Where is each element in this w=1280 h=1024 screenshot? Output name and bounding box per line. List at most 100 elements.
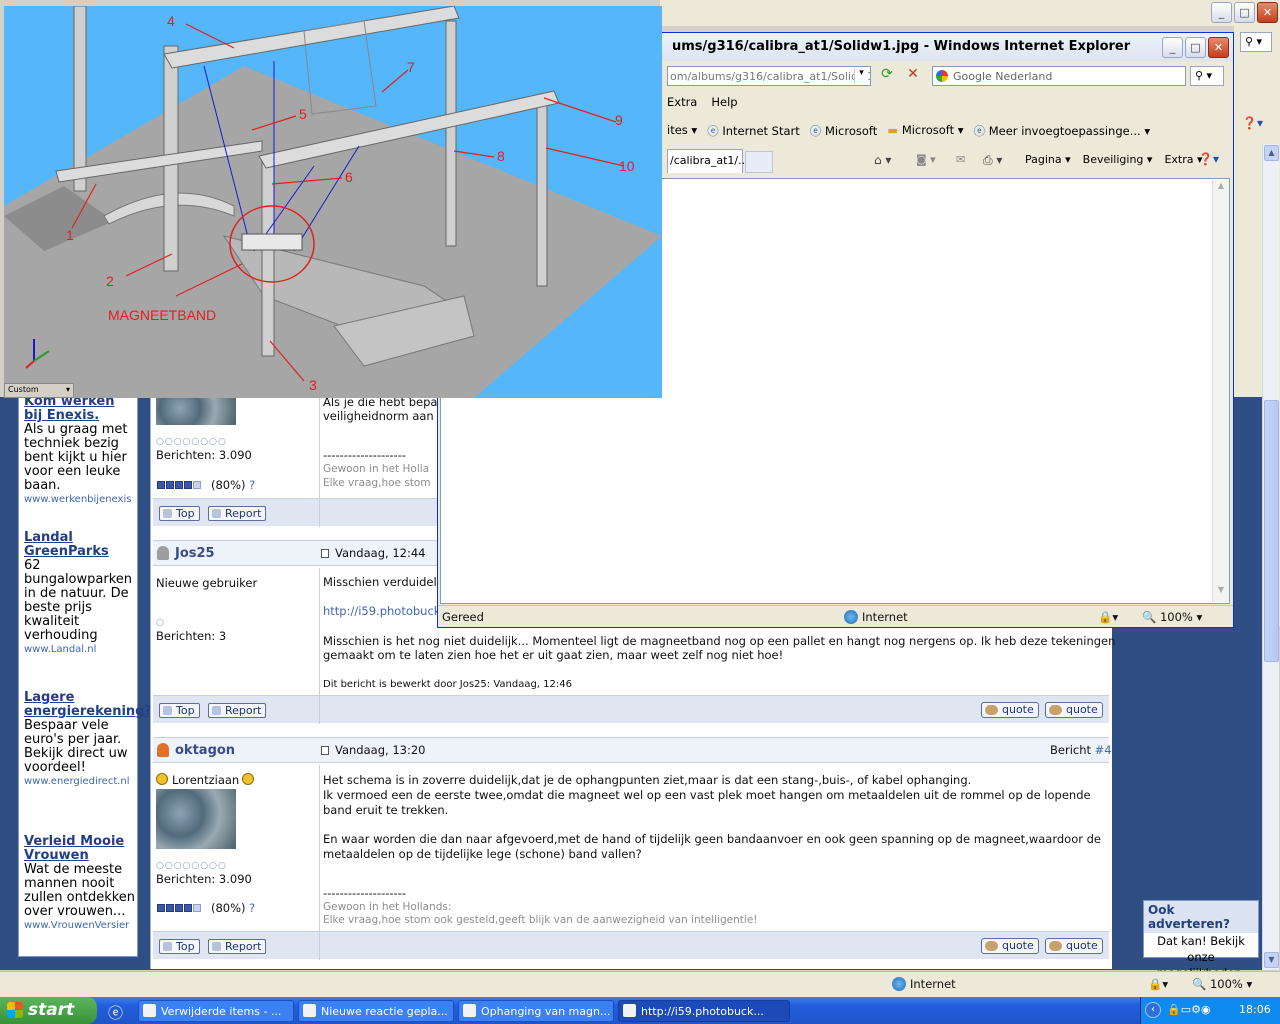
close-button[interactable]: ✕ [1257, 2, 1278, 23]
ad-enexis[interactable]: Kom werken bij Enexis. Als u graag met t… [24, 395, 136, 506]
protected-mode-icon[interactable]: 🔒▾ [1098, 610, 1118, 625]
address-dropdown-icon[interactable]: ▾ [854, 68, 868, 84]
favorites-bar: ites ▾ ⓔ Internet Start ⓔ Microsoft ▬ Mi… [667, 123, 1150, 143]
avatar [156, 789, 236, 849]
report-button[interactable]: Report [208, 703, 267, 718]
column-divider [319, 568, 320, 695]
security-menu[interactable]: Beveiliging ▾ [1083, 153, 1153, 171]
ad-url[interactable]: www.werkenbijenexis [24, 494, 136, 505]
report-button[interactable]: Report [208, 939, 267, 954]
scroll-up-icon[interactable]: ▲ [1214, 181, 1228, 195]
address-bar[interactable]: om/albums/g316/calibra_at1/Solidw1.jp [667, 66, 871, 86]
menu-extra[interactable]: Extra [667, 95, 697, 115]
ad-vrouwen[interactable]: Verleid Mooie Vrouwen Wat de meeste mann… [24, 835, 136, 932]
zoom-level[interactable]: 🔍 100% ▾ [1142, 610, 1202, 625]
scroll-up-icon[interactable]: ▲ [1264, 145, 1279, 161]
label-8: 8 [497, 148, 505, 164]
post-link[interactable]: http://i59.photobuck [323, 604, 440, 619]
top-button[interactable]: Top [159, 506, 200, 521]
quote-button[interactable]: quote [1045, 938, 1103, 954]
close-button[interactable]: ✕ [1208, 37, 1229, 58]
protected-mode-icon[interactable]: 🔒▾ [1148, 977, 1168, 992]
post-text: Misschien is het nog niet duidelijk... M… [323, 634, 1116, 648]
view-combo[interactable]: Custom ▾ [4, 383, 74, 398]
ad-title[interactable]: Landal GreenParks [24, 531, 136, 559]
reputation-help-link[interactable]: ? [249, 478, 255, 493]
start-button[interactable]: start [0, 997, 97, 1024]
ad-body: 62 bungalowparken in de natuur. De beste… [24, 558, 133, 643]
menu-help[interactable]: Help [711, 95, 737, 115]
multiquote-button[interactable]: quote [981, 938, 1039, 954]
scroll-down-icon[interactable]: ▼ [1214, 585, 1228, 599]
ad-landal[interactable]: Landal GreenParks 62 bungalowparken in d… [24, 531, 136, 656]
help-icon[interactable]: ❓▾ [1242, 116, 1274, 136]
task-photobucket[interactable]: http://i59.photobuck... [618, 1000, 790, 1022]
ad-title[interactable]: Verleid Mooie Vrouwen [24, 835, 136, 863]
label-10: 10 [619, 158, 635, 174]
fav-internet-start[interactable]: ⓔ Internet Start [707, 123, 800, 143]
feeds-icon[interactable]: ◙ ▾ [916, 153, 936, 166]
zoom-level[interactable]: 🔍 100% ▾ [1192, 977, 1252, 992]
search-icon[interactable]: ⚲ ▾ [1190, 66, 1224, 86]
forum-scrollbar[interactable]: ▲ ▼ [1262, 144, 1279, 970]
ad-energiedirect[interactable]: Lagere energierekening? Bespaar vele eur… [24, 691, 152, 788]
ad-url[interactable]: www.VrouwenVersier [24, 920, 136, 931]
minimize-button[interactable]: _ [1162, 37, 1183, 58]
edit-note: Dit bericht is bewerkt door Jos25: Vanda… [323, 679, 572, 690]
signature-divider: -------------------- [323, 448, 406, 462]
maximize-button[interactable]: □ [1234, 2, 1255, 23]
fav-microsoft-folder[interactable]: ▬ Microsoft ▾ [887, 123, 963, 143]
post-number[interactable]: Bericht #4 [1050, 743, 1112, 758]
post-count: Berichten: 3.090 [156, 872, 252, 886]
search-go-icon[interactable]: ⚲ ▾ [1240, 32, 1272, 52]
ad-url[interactable]: www.Landal.nl [24, 644, 136, 655]
task-forum-thread[interactable]: Ophanging van magn... [458, 1000, 614, 1022]
page-menu[interactable]: Pagina ▾ [1025, 153, 1071, 171]
ad-title[interactable]: Lagere energierekening? [24, 691, 152, 719]
top-button[interactable]: Top [159, 939, 200, 954]
refresh-icon[interactable]: ⟳ [876, 66, 898, 86]
print-icon[interactable]: ⎙ ▾ [983, 153, 1002, 168]
mail-icon[interactable]: ✉ [956, 153, 965, 166]
reputation-percent: (80%) [211, 478, 246, 492]
advertise-title[interactable]: Ook adverteren? [1144, 901, 1258, 933]
taskbar: start ⓔ Verwijderde items - ... Nieuwe r… [0, 997, 1280, 1024]
advertise-box[interactable]: Ook adverteren? Dat kan! Bekijk onze mog… [1143, 900, 1259, 980]
ie-scrollbar[interactable]: ▲ ▼ [1212, 180, 1229, 602]
task-new-reply[interactable]: Nieuwe reactie gepla... [298, 1000, 454, 1022]
combo-dropdown-icon[interactable]: ▾ [66, 385, 70, 394]
fav-addons[interactable]: ⓔ Meer invoegtoepassinge... ▾ [974, 123, 1151, 143]
reputation-help-link[interactable]: ? [249, 901, 255, 916]
search-input[interactable]: Google Nederland [932, 66, 1186, 86]
maximize-button[interactable]: □ [1185, 37, 1206, 58]
username[interactable]: Jos25 [175, 546, 215, 561]
top-button[interactable]: Top [159, 703, 200, 718]
scroll-down-icon[interactable]: ▼ [1264, 952, 1279, 968]
favorites-menu[interactable]: ites ▾ [667, 123, 697, 143]
ie-status-bar: Gereed Internet 🔒▾ 🔍 100% ▾ [438, 605, 1233, 627]
scroll-thumb[interactable] [1264, 400, 1279, 662]
stop-icon[interactable]: ✕ [902, 66, 924, 86]
username[interactable]: oktagon [175, 743, 235, 758]
column-divider [319, 499, 320, 527]
tools-menu[interactable]: Extra ▾ [1164, 153, 1202, 171]
new-tab-button[interactable] [745, 151, 773, 173]
tray-expand-icon[interactable]: ‹ [1145, 1002, 1161, 1018]
report-button[interactable]: Report [208, 506, 267, 521]
post-header: oktagon Vandaag, 13:20 Bericht #4 [153, 737, 1112, 763]
minimize-button[interactable]: _ [1211, 2, 1232, 23]
google-icon [936, 70, 948, 82]
ad-body: Bespaar vele euro's per jaar. Bekijk dir… [24, 718, 128, 775]
windows-logo-icon [7, 1002, 23, 1018]
help-icon[interactable]: ❓▾ [1198, 152, 1219, 166]
home-icon[interactable]: ⌂ ▾ [874, 153, 891, 167]
ie-quicklaunch-icon[interactable]: ⓔ [108, 1002, 126, 1022]
fav-microsoft[interactable]: ⓔ Microsoft [810, 123, 878, 143]
quote-button[interactable]: quote [1045, 702, 1103, 718]
tray-icons[interactable]: 🔒▭⚙◉ [1167, 1003, 1211, 1016]
browser-tab[interactable]: /calibra_at1/... [667, 149, 749, 173]
ad-url[interactable]: www.energiedirect.nl [24, 776, 136, 787]
multiquote-button[interactable]: quote [981, 702, 1039, 718]
ad-title[interactable]: Kom werken bij Enexis. [24, 395, 136, 423]
task-deleted-items[interactable]: Verwijderde items - ... [138, 1000, 294, 1022]
